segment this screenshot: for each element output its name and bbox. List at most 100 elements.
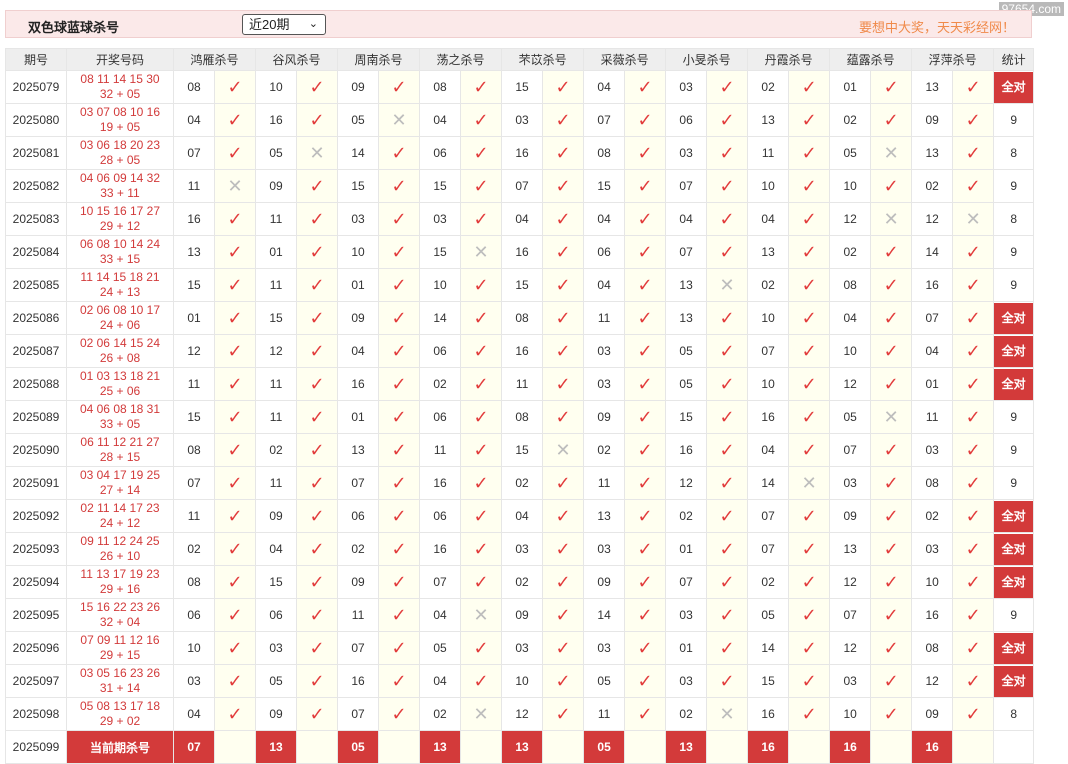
kill-result-cell: ✓ bbox=[378, 136, 421, 170]
draw-red-balls: 06 11 12 21 27 bbox=[80, 435, 160, 449]
check-icon: ✓ bbox=[637, 571, 653, 592]
kill-number-cell: 15 bbox=[255, 565, 298, 599]
check-icon: ✓ bbox=[883, 703, 899, 724]
check-icon: ✓ bbox=[637, 340, 653, 361]
current-result-pending bbox=[870, 730, 913, 764]
check-icon: ✓ bbox=[801, 76, 817, 97]
kill-result-cell: ✓ bbox=[952, 235, 995, 269]
table-row: 2025095 15 16 22 23 26 32 + 04 06 ✓ 06 ✓ 11 ✓ 04 ✕… bbox=[5, 598, 1035, 632]
kill-number-cell: 04 bbox=[583, 70, 626, 104]
kill-result-cell: ✓ bbox=[296, 334, 339, 368]
kill-result-cell: ✕ bbox=[870, 202, 913, 236]
draw-numbers-cell: 04 06 09 14 32 33 + 11 bbox=[66, 169, 174, 203]
current-kill-number: 13 bbox=[419, 730, 462, 764]
check-icon: ✓ bbox=[555, 571, 571, 592]
kill-result-cell: ✓ bbox=[624, 664, 667, 698]
check-icon: ✓ bbox=[391, 538, 407, 559]
draw-red-balls: 02 11 14 17 23 bbox=[80, 501, 160, 515]
kill-number-cell: 04 bbox=[501, 202, 544, 236]
check-icon: ✓ bbox=[227, 406, 243, 427]
table-row: 2025087 02 06 14 15 24 26 + 08 12 ✓ 12 ✓ 04 ✓ 06 ✓… bbox=[5, 334, 1035, 368]
table-row: 2025082 04 06 09 14 32 33 + 11 11 ✕ 09 ✓ 15 ✓ 15 ✓… bbox=[5, 169, 1035, 203]
table-row: 2025089 04 06 08 18 31 33 + 05 15 ✓ 11 ✓ 01 ✓ 06 ✓… bbox=[5, 400, 1035, 434]
check-icon: ✓ bbox=[227, 703, 243, 724]
check-icon: ✓ bbox=[719, 604, 735, 625]
kill-number-cell: 09 bbox=[911, 697, 954, 731]
check-icon: ✓ bbox=[801, 571, 817, 592]
kill-result-cell: ✓ bbox=[788, 235, 831, 269]
check-icon: ✓ bbox=[227, 472, 243, 493]
check-icon: ✓ bbox=[965, 406, 981, 427]
kill-number-cell: 07 bbox=[829, 433, 872, 467]
table-row: 2025097 03 05 16 23 26 31 + 14 03 ✓ 05 ✓ 16 ✓ 04 ✓… bbox=[5, 664, 1035, 698]
kill-number-cell: 04 bbox=[419, 664, 462, 698]
kill-result-cell: ✓ bbox=[706, 631, 749, 665]
check-icon: ✓ bbox=[883, 307, 899, 328]
draw-red-balls: 09 11 12 24 25 bbox=[80, 534, 160, 548]
check-icon: ✓ bbox=[555, 274, 571, 295]
kill-result-cell: ✓ bbox=[870, 103, 913, 137]
kill-result-cell: ✓ bbox=[706, 103, 749, 137]
current-kill-number: 16 bbox=[829, 730, 872, 764]
kill-result-cell: ✓ bbox=[460, 268, 503, 302]
period-cell: 2025079 bbox=[5, 70, 67, 104]
check-icon: ✓ bbox=[309, 670, 325, 691]
kill-number-cell: 16 bbox=[337, 664, 380, 698]
check-icon: ✓ bbox=[391, 208, 407, 229]
kill-result-cell: ✓ bbox=[952, 664, 995, 698]
check-icon: ✓ bbox=[555, 208, 571, 229]
check-icon: ✓ bbox=[227, 439, 243, 460]
kill-result-cell: ✓ bbox=[870, 697, 913, 731]
kill-result-cell: ✓ bbox=[296, 301, 339, 335]
kill-number-cell: 08 bbox=[173, 433, 215, 467]
kill-number-cell: 06 bbox=[255, 598, 298, 632]
draw-numbers-cell: 04 06 08 18 31 33 + 05 bbox=[66, 400, 174, 434]
check-icon: ✓ bbox=[637, 406, 653, 427]
check-icon: ✓ bbox=[227, 307, 243, 328]
kill-result-cell: ✓ bbox=[624, 367, 667, 401]
check-icon: ✓ bbox=[637, 703, 653, 724]
check-icon: ✓ bbox=[801, 637, 817, 658]
kill-result-cell: ✓ bbox=[296, 598, 339, 632]
check-icon: ✓ bbox=[555, 406, 571, 427]
kill-number-cell: 16 bbox=[419, 532, 462, 566]
kill-number-cell: 03 bbox=[583, 367, 626, 401]
draw-numbers-cell: 03 05 16 23 26 31 + 14 bbox=[66, 664, 174, 698]
kill-number-cell: 15 bbox=[173, 268, 215, 302]
kill-result-cell: ✓ bbox=[378, 664, 421, 698]
current-kill-number: 16 bbox=[747, 730, 790, 764]
kill-result-cell: ✓ bbox=[460, 631, 503, 665]
check-icon: ✓ bbox=[719, 241, 735, 262]
kill-result-cell: ✕ bbox=[296, 136, 339, 170]
draw-blue-ball: 32 + 04 bbox=[99, 615, 141, 629]
check-icon: ✓ bbox=[719, 670, 735, 691]
kill-result-cell: ✓ bbox=[378, 202, 421, 236]
check-icon: ✓ bbox=[965, 505, 981, 526]
draw-blue-ball: 32 + 05 bbox=[99, 87, 141, 101]
kill-result-cell: ✓ bbox=[706, 202, 749, 236]
period-cell: 2025093 bbox=[5, 532, 67, 566]
kill-number-cell: 02 bbox=[747, 565, 790, 599]
check-icon: ✓ bbox=[309, 208, 325, 229]
period-cell: 2025085 bbox=[5, 268, 67, 302]
kill-result-cell: ✓ bbox=[870, 433, 913, 467]
kill-result-cell: ✓ bbox=[870, 565, 913, 599]
stat-count: 9 bbox=[1010, 443, 1017, 457]
table-row: 2025098 05 08 13 17 18 29 + 02 04 ✓ 09 ✓ 07 ✓ 02 ✕… bbox=[5, 697, 1035, 731]
kill-number-cell: 15 bbox=[665, 400, 708, 434]
kill-number-cell: 01 bbox=[665, 631, 708, 665]
kill-number-cell: 11 bbox=[255, 367, 298, 401]
check-icon: ✓ bbox=[719, 76, 735, 97]
check-icon: ✓ bbox=[637, 670, 653, 691]
check-icon: ✓ bbox=[473, 208, 489, 229]
kill-number-cell: 11 bbox=[255, 466, 298, 500]
current-kill-number: 13 bbox=[665, 730, 708, 764]
check-icon: ✓ bbox=[637, 175, 653, 196]
kill-result-cell: ✓ bbox=[460, 70, 503, 104]
check-icon: ✓ bbox=[391, 340, 407, 361]
check-icon: ✓ bbox=[309, 175, 325, 196]
period-cell: 2025081 bbox=[5, 136, 67, 170]
kill-number-cell: 15 bbox=[337, 169, 380, 203]
period-range-select[interactable]: 近20期 ⌄ bbox=[242, 14, 326, 35]
table-row: 2025086 02 06 08 10 17 24 + 06 01 ✓ 15 ✓ 09 ✓ 14 ✓… bbox=[5, 301, 1035, 335]
